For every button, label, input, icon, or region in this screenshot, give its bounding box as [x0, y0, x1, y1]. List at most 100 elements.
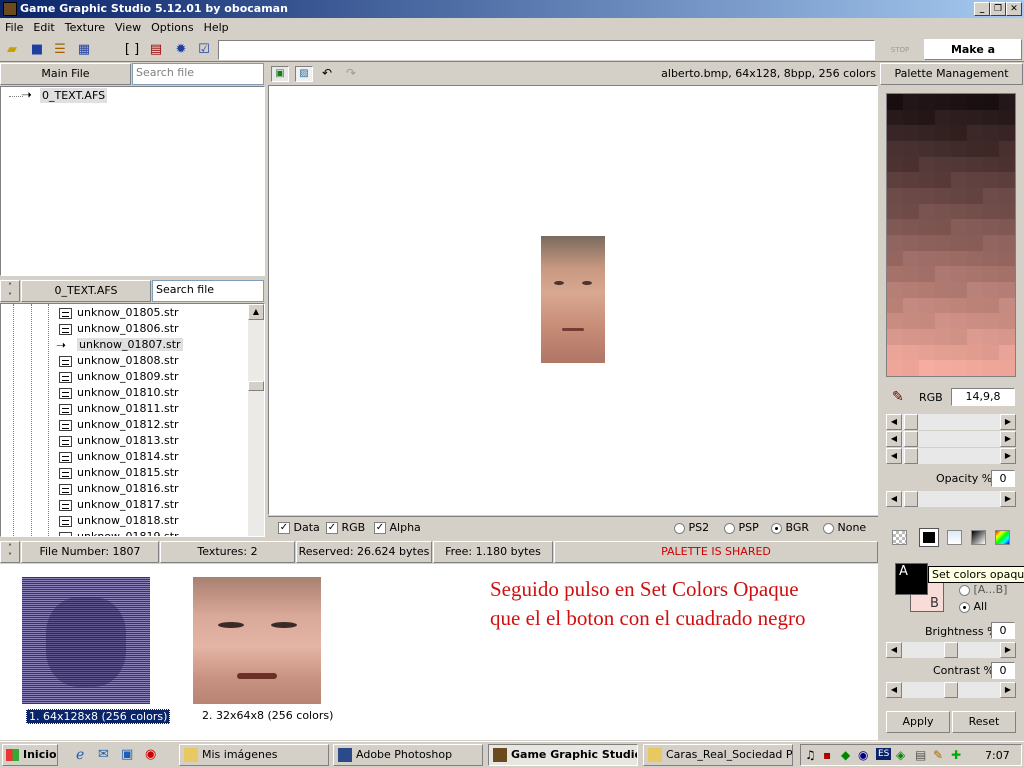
color-wheel-icon[interactable] — [995, 530, 1010, 545]
palette-swatch[interactable] — [919, 109, 935, 126]
palette-swatch[interactable] — [935, 125, 951, 141]
palette-swatch[interactable] — [903, 360, 919, 376]
green-slider[interactable]: ◀ ▶ — [886, 431, 1016, 447]
tray-icon[interactable]: ✎ — [933, 748, 943, 762]
menu-help[interactable]: Help — [199, 19, 234, 34]
grid-view-icon[interactable]: ▦ — [76, 42, 92, 58]
rgb-value-field[interactable]: 14,9,8 — [951, 388, 1015, 406]
palette-swatch[interactable] — [999, 266, 1015, 282]
palette-swatch[interactable] — [983, 344, 999, 361]
tray-icon[interactable]: ◉ — [858, 748, 868, 762]
palette-swatch[interactable] — [967, 188, 983, 204]
palette-grid[interactable] — [886, 93, 1016, 377]
palette-swatch[interactable] — [935, 235, 951, 251]
palette-swatch[interactable] — [887, 297, 903, 314]
afs-root-node[interactable]: 0_TEXT.AFS — [40, 88, 108, 103]
blue-slider[interactable]: ◀ ▶ — [886, 448, 1016, 464]
tray-icon[interactable]: ✚ — [951, 748, 961, 762]
palette-swatch[interactable] — [903, 329, 919, 345]
palette-swatch[interactable] — [951, 329, 967, 345]
list-item[interactable]: unknow_01814.str — [56, 449, 179, 465]
menu-options[interactable]: Options — [146, 19, 198, 34]
palette-swatch[interactable] — [967, 94, 983, 110]
close-button[interactable]: ✕ — [1006, 2, 1022, 16]
palette-swatch[interactable] — [887, 360, 903, 376]
palette-swatch[interactable] — [919, 344, 935, 361]
bgr-radio[interactable]: BGR — [771, 521, 809, 534]
scroll-up-button[interactable]: ▲ — [248, 304, 264, 320]
palette-swatch[interactable] — [951, 313, 967, 329]
tree-view-icon[interactable]: ☰ — [52, 42, 68, 58]
palette-swatch[interactable] — [919, 141, 935, 157]
palette-swatch[interactable] — [903, 266, 919, 282]
list-item[interactable]: unknow_01817.str — [56, 497, 179, 513]
checklist-icon[interactable]: ☑ — [196, 42, 212, 58]
palette-swatch[interactable] — [919, 266, 935, 282]
palette-swatch[interactable] — [951, 203, 967, 220]
palette-swatch[interactable] — [999, 156, 1015, 173]
palette-swatch[interactable] — [983, 329, 999, 345]
palette-swatch[interactable] — [983, 235, 999, 251]
palette-swatch[interactable] — [999, 141, 1015, 157]
palette-swatch[interactable] — [967, 297, 983, 314]
rgb-checkbox[interactable]: ✓ RGB — [326, 521, 365, 534]
palette-swatch[interactable] — [903, 188, 919, 204]
save-icon[interactable]: ■ — [29, 42, 45, 58]
eyedropper-icon[interactable]: ✎ — [892, 389, 904, 405]
palette-swatch[interactable] — [983, 172, 999, 188]
gear-icon[interactable]: ✹ — [173, 42, 189, 58]
palette-swatch[interactable] — [951, 282, 967, 298]
palette-swatch[interactable] — [951, 94, 967, 110]
palette-swatch[interactable] — [967, 250, 983, 267]
palette-swatch[interactable] — [999, 282, 1015, 298]
apply-button[interactable]: Apply — [886, 711, 950, 733]
menu-file[interactable]: File — [0, 19, 28, 34]
palette-swatch[interactable] — [887, 188, 903, 204]
list-item[interactable]: unknow_01808.str — [56, 353, 179, 369]
afs-file-button[interactable]: 0_TEXT.AFS — [21, 280, 151, 302]
minimize-button[interactable]: _ — [974, 2, 990, 16]
palette-swatch[interactable] — [903, 297, 919, 314]
scroll-thumb[interactable] — [248, 381, 264, 391]
invert-icon[interactable] — [947, 530, 962, 545]
palette-swatch[interactable] — [903, 250, 919, 267]
maximize-button[interactable]: ❐ — [990, 2, 1006, 16]
palette-swatch[interactable] — [999, 329, 1015, 345]
palette-swatch[interactable] — [999, 203, 1015, 220]
palette-swatch[interactable] — [967, 329, 983, 345]
list-scrollbar[interactable]: ▲ — [248, 304, 264, 536]
palette-swatch[interactable] — [903, 282, 919, 298]
list-item[interactable]: unknow_01818.str — [56, 513, 179, 529]
task-game-graphic-studio[interactable]: Game Graphic Studio — [488, 744, 638, 766]
palette-swatch[interactable] — [919, 156, 935, 173]
palette-swatch[interactable] — [967, 125, 983, 141]
palette-swatch[interactable] — [935, 94, 951, 110]
palette-swatch[interactable] — [983, 94, 999, 110]
palette-swatch[interactable] — [951, 360, 967, 376]
palette-swatch[interactable] — [919, 219, 935, 235]
palette-swatch[interactable] — [999, 94, 1015, 110]
psp-radio[interactable]: PSP — [724, 521, 759, 534]
ps2-radio[interactable]: PS2 — [674, 521, 709, 534]
palette-swatch[interactable] — [903, 344, 919, 361]
palette-swatch[interactable] — [983, 109, 999, 126]
collapse-toggle[interactable]: ˄ ˅ — [0, 280, 20, 302]
media-icon[interactable]: ◉ — [145, 747, 156, 762]
palette-swatch[interactable] — [967, 109, 983, 126]
opacity-value[interactable]: 0 — [991, 470, 1015, 487]
palette-swatch[interactable] — [983, 203, 999, 220]
palette-swatch[interactable] — [887, 156, 903, 173]
opacity-slider[interactable]: ◀ ▶ — [886, 491, 1016, 507]
palette-swatch[interactable] — [999, 250, 1015, 267]
network-icon[interactable]: ▪ — [823, 748, 831, 762]
task-photoshop[interactable]: Adobe Photoshop — [333, 744, 483, 766]
tray-icon[interactable]: ◈ — [896, 748, 905, 762]
alpha-checkbox[interactable]: ✓ Alpha — [374, 521, 421, 534]
thumbnail-2-caption[interactable]: 2. 32x64x8 (256 colors) — [202, 709, 333, 722]
palette-swatch[interactable] — [935, 360, 951, 376]
palette-swatch[interactable] — [935, 109, 951, 126]
palette-swatch[interactable] — [951, 141, 967, 157]
palette-swatch[interactable] — [887, 172, 903, 188]
checker-icon[interactable] — [892, 530, 907, 545]
palette-swatch[interactable] — [983, 188, 999, 204]
